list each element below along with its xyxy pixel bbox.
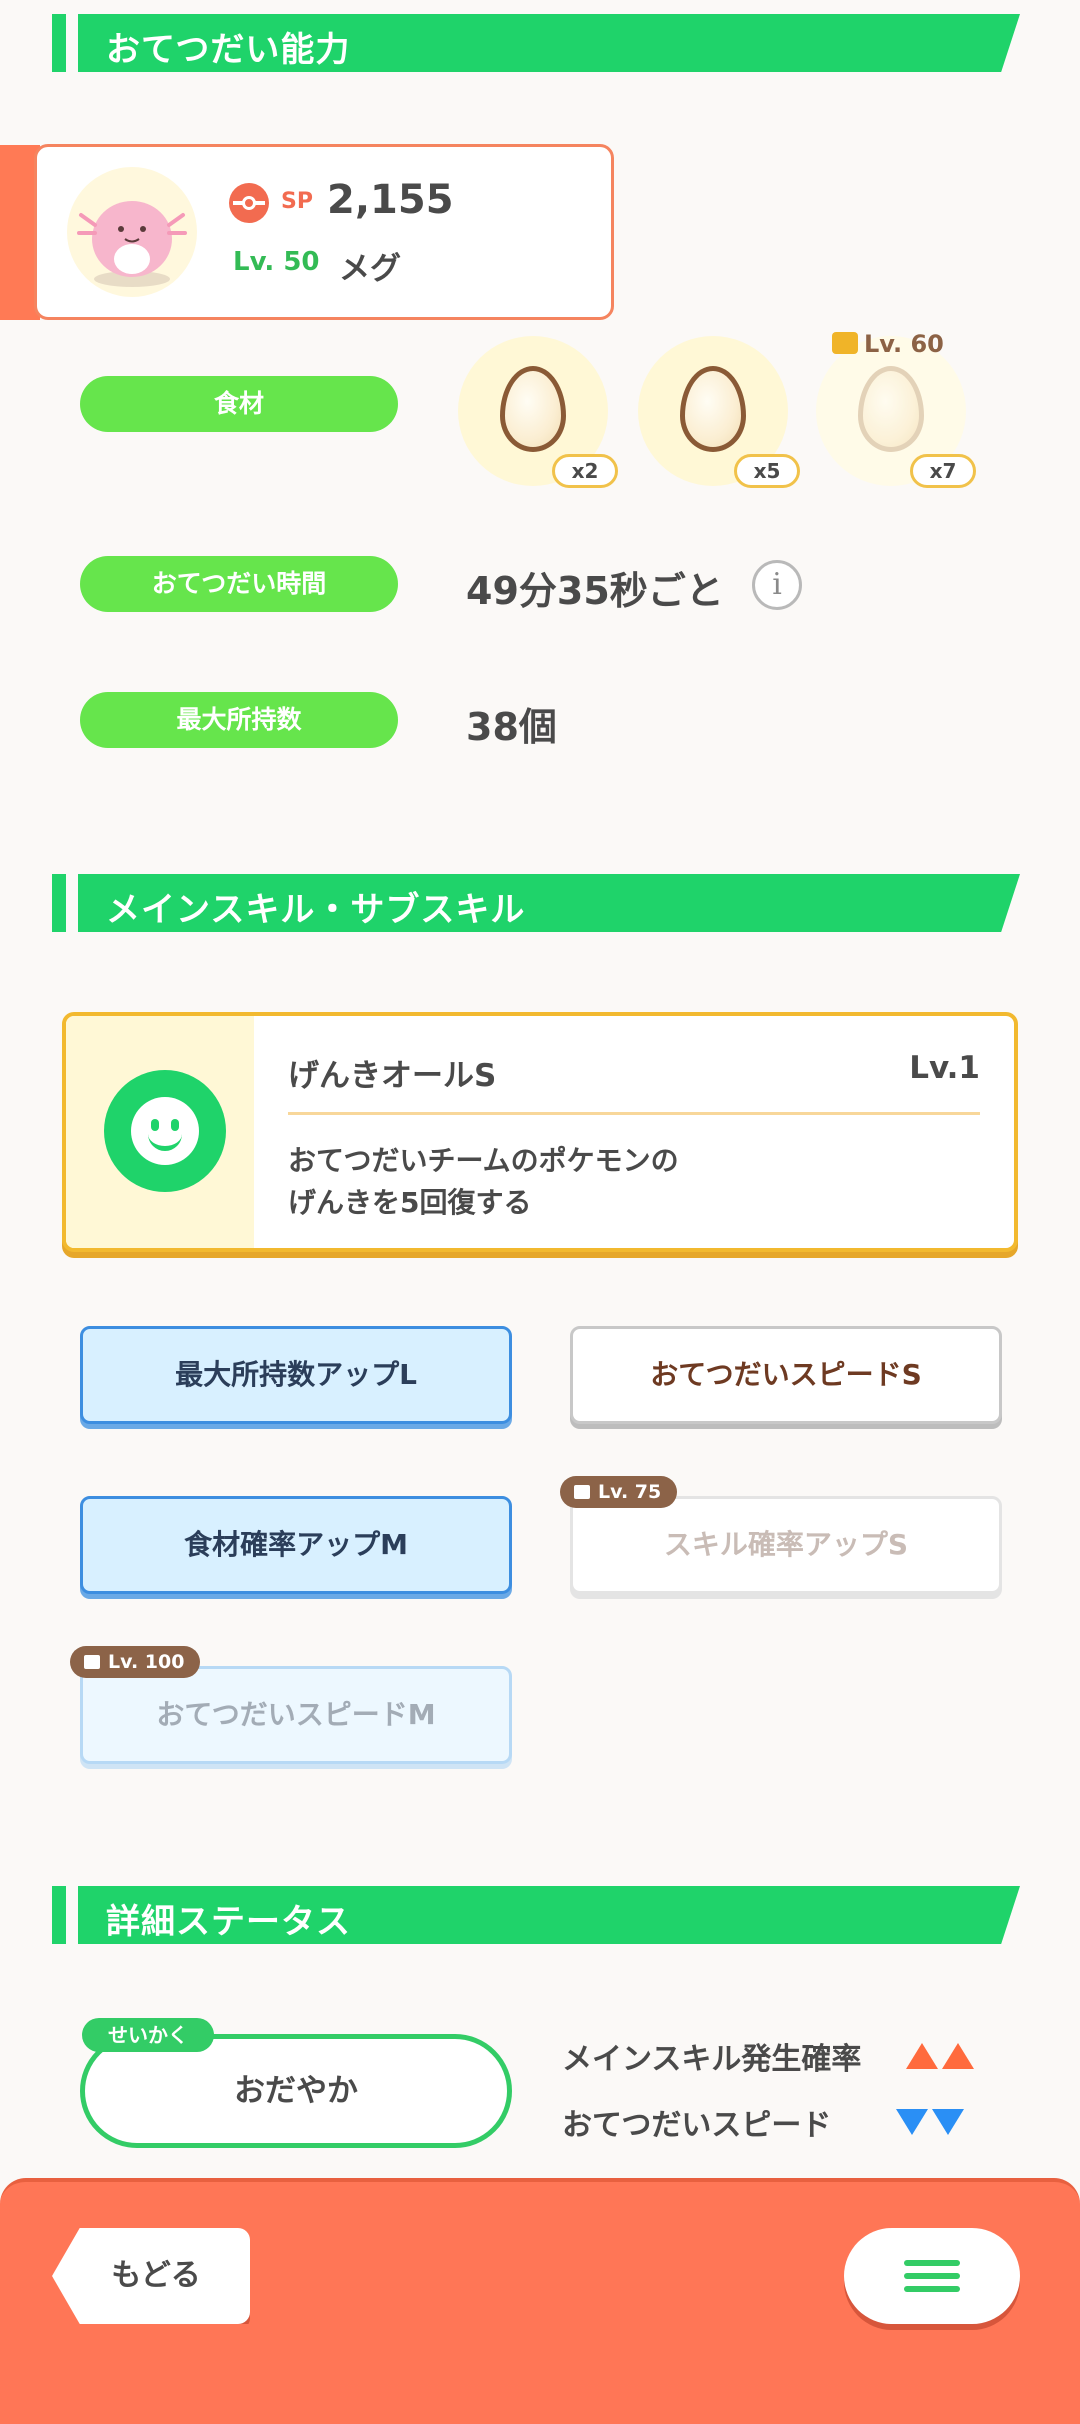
pokemon-level: Lv. 50 [233, 247, 320, 277]
nature-effect-down: おてつだいスピード [562, 2100, 964, 2144]
divider [288, 1112, 980, 1115]
smile-face-icon [104, 1070, 226, 1192]
sub-skill-5-unlock-tag: Lv. 100 [70, 1646, 201, 1678]
nature-effect-up: メインスキル発生確率 [562, 2034, 974, 2078]
nature-effect-label: おてつだいスピード [562, 2108, 832, 2143]
lock-icon [84, 1655, 100, 1669]
sub-skill-5[interactable]: おてつだいスピードM [80, 1666, 512, 1764]
menu-button[interactable] [844, 2228, 1020, 2324]
main-skill-level: Lv.1 [909, 1050, 980, 1086]
up-arrow-icon [902, 2042, 974, 2077]
main-skill-card[interactable]: げんきオールS Lv.1 おてつだいチームのポケモンの げんきを5回復する [62, 1012, 1018, 1252]
ingredients-label: 食材 [80, 376, 398, 432]
egg-icon [680, 366, 746, 452]
pokemon-name: メグ [339, 251, 401, 287]
ingredient-qty-3: x7 [910, 454, 976, 488]
egg-icon [858, 366, 924, 452]
lock-icon [574, 1485, 590, 1499]
sub-skill-1[interactable]: 最大所持数アップL [80, 1326, 512, 1424]
ingredient-unlock-level: Lv. 60 [832, 330, 944, 358]
info-icon[interactable]: i [752, 560, 802, 610]
down-arrow-icon [892, 2108, 964, 2143]
sp-value: 2,155 [327, 177, 454, 223]
pokemon-avatar [67, 167, 197, 297]
section-header-skills: メインスキル・サブスキル [52, 874, 1020, 932]
sp-label: SP [281, 189, 313, 214]
main-skill-name: げんきオールS [288, 1058, 497, 1094]
sp-ball-icon [229, 183, 269, 223]
help-time-value: 49分35秒ごと [466, 569, 724, 613]
max-carry-value: 38個 [466, 705, 557, 749]
nature-effect-label: メインスキル発生確率 [562, 2042, 862, 2077]
egg-icon [500, 366, 566, 452]
back-button[interactable]: もどる [52, 2228, 250, 2324]
help-time-label: おてつだい時間 [80, 556, 398, 612]
section-title: おてつだい能力 [106, 30, 351, 70]
main-skill-description: おてつだいチームのポケモンの げんきを5回復する [288, 1144, 679, 1219]
section-title: メインスキル・サブスキル [106, 890, 526, 930]
ingredient-qty-1: x2 [552, 454, 618, 488]
sub-skill-4-unlock-tag: Lv. 75 [560, 1476, 678, 1508]
max-carry-label: 最大所持数 [80, 692, 398, 748]
nature-tag: せいかく [82, 2018, 214, 2052]
section-title: 詳細ステータス [106, 1902, 351, 1942]
sub-skill-2[interactable]: おてつだいスピードS [570, 1326, 1002, 1424]
sub-skill-4[interactable]: スキル確率アップS [570, 1496, 1002, 1594]
lock-icon [832, 332, 858, 354]
section-header-helping: おてつだい能力 [52, 14, 1020, 72]
sub-skill-3[interactable]: 食材確率アップM [80, 1496, 512, 1594]
ingredient-qty-2: x5 [734, 454, 800, 488]
section-header-details: 詳細ステータス [52, 1886, 1020, 1944]
pokemon-card: SP 2,155 Lv. 50 メグ [34, 144, 614, 320]
